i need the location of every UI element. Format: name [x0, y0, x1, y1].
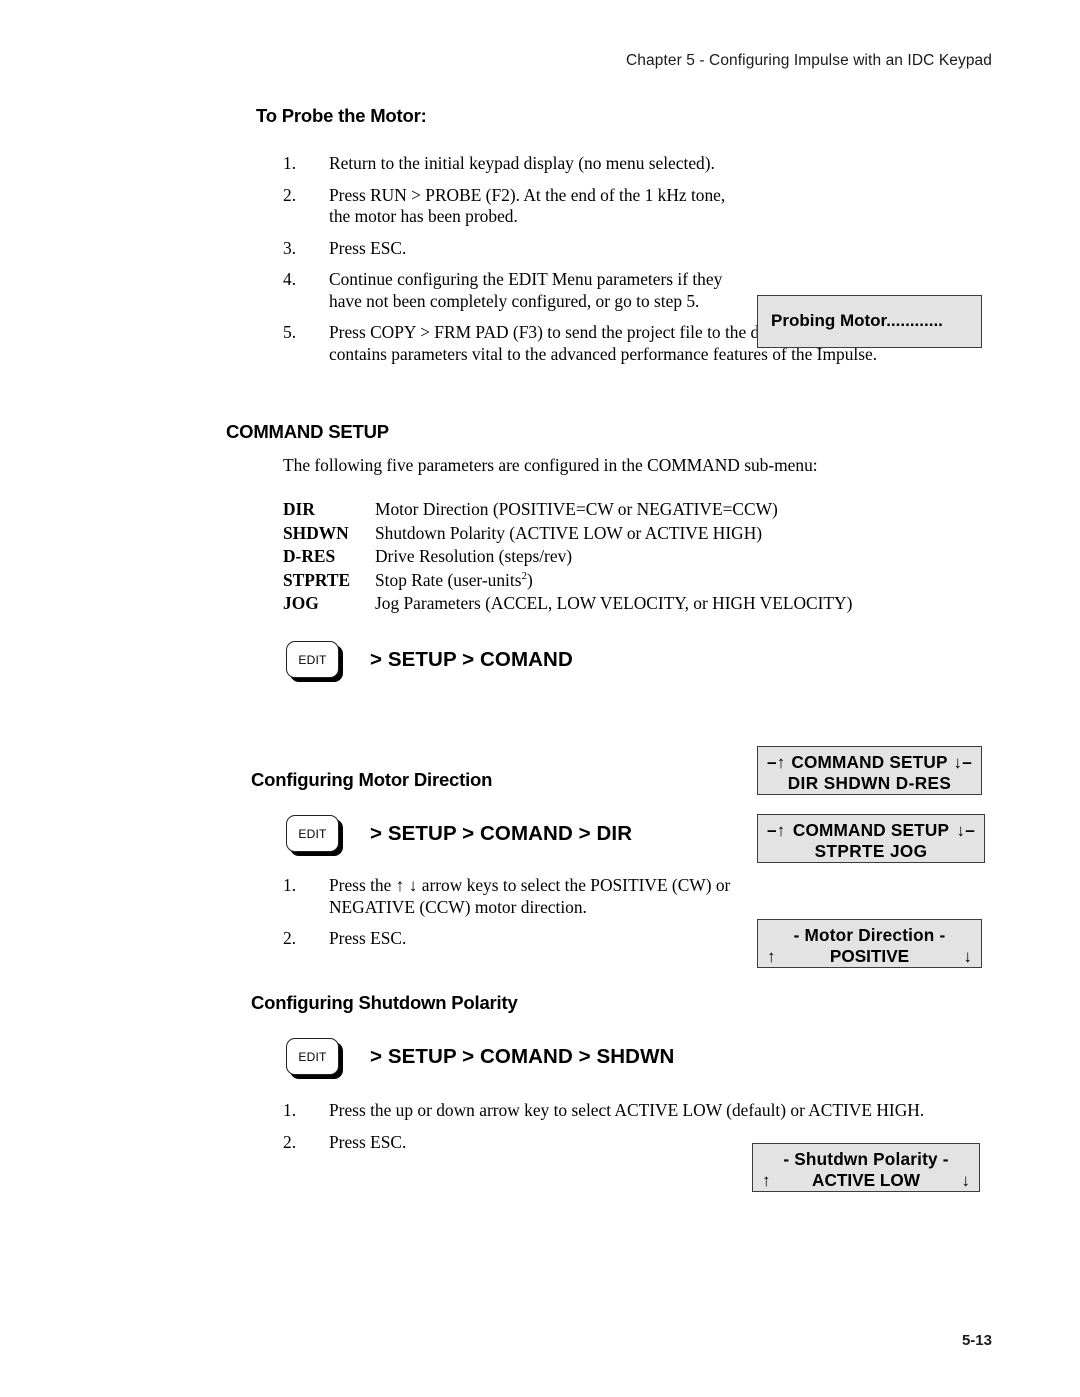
list-item: 2. Press ESC.: [283, 928, 903, 950]
heading-to-probe-the-motor: To Probe the Motor:: [256, 105, 427, 126]
up-arrow-icon: ↑: [776, 753, 786, 772]
table-row: JOG Jog Parameters (ACCEL, LOW VELOCITY,…: [283, 592, 852, 616]
lcd-display-command-setup-2: – ↑ COMMAND SETUP ↓ – STPRTE JOG: [757, 814, 985, 863]
heading-configuring-shutdown-polarity: Configuring Shutdown Polarity: [251, 992, 518, 1013]
menu-path-row-dir: EDIT > SETUP > COMAND > DIR: [286, 815, 632, 852]
document-page: Chapter 5 - Configuring Impulse with an …: [0, 0, 1080, 1397]
list-item: 3. Press ESC.: [283, 238, 983, 260]
step-number: 5.: [283, 322, 297, 342]
step-text: Press RUN > PROBE (F2). At the end of th…: [329, 184, 726, 227]
menu-path-shdwn: > SETUP > COMAND > SHDWN: [370, 1044, 675, 1068]
lcd-display-command-setup-1: – ↑ COMMAND SETUP ↓ – DIR SHDWN D-RES: [757, 746, 982, 795]
step-text: Press ESC.: [329, 928, 407, 948]
down-arrow-icon: ↓: [953, 753, 963, 772]
step-number: 1.: [283, 1100, 297, 1120]
step-text: Press ESC.: [329, 237, 407, 258]
param-name: D-RES: [283, 546, 336, 567]
running-header: Chapter 5 - Configuring Impulse with an …: [626, 52, 992, 69]
param-description-pre: Stop Rate (user-units: [375, 569, 522, 590]
edit-key-button[interactable]: EDIT: [286, 641, 339, 678]
list-item: 1. Press the ↑ ↓ arrow keys to select th…: [283, 875, 763, 918]
down-arrow-icon: ↓: [961, 1171, 971, 1190]
lcd-text: Probing Motor............: [771, 310, 943, 330]
lcd-left-dash: –: [767, 752, 777, 772]
menu-path-dir: > SETUP > COMAND > DIR: [370, 821, 633, 845]
step-number: 1.: [283, 153, 297, 173]
param-description: Shutdown Polarity (ACTIVE LOW or ACTIVE …: [375, 522, 763, 543]
step-text: Press the ↑ ↓ arrow keys to select the P…: [329, 875, 731, 917]
step-text: Continue configuring the EDIT Menu param…: [329, 269, 723, 311]
param-description: Stop Rate (user-units2): [375, 569, 852, 593]
step-number: 1.: [283, 875, 297, 895]
edit-key-label: EDIT: [298, 1049, 327, 1064]
heading-configuring-motor-direction: Configuring Motor Direction: [251, 769, 493, 790]
step-number: 3.: [283, 237, 297, 258]
param-name: STPRTE: [283, 569, 351, 590]
list-item: 1. Return to the initial keypad display …: [283, 153, 983, 175]
lcd-line-items: DIR SHDWN D-RES: [787, 773, 952, 793]
step-number: 2.: [283, 1131, 297, 1152]
step-number: 2.: [283, 184, 297, 205]
step-number: 2.: [283, 928, 297, 948]
edit-key-button[interactable]: EDIT: [286, 815, 339, 852]
menu-path-row-shdwn: EDIT > SETUP > COMAND > SHDWN: [286, 1038, 674, 1075]
edit-key-label: EDIT: [298, 826, 327, 841]
param-description: Drive Resolution (steps/rev): [375, 546, 573, 567]
lcd-title: COMMAND SETUP: [792, 820, 950, 840]
up-arrow-icon: ↑: [762, 1171, 771, 1190]
param-description: Motor Direction (POSITIVE=CW or NEGATIVE…: [375, 499, 778, 519]
lcd-right-dash: –: [962, 752, 972, 772]
step-text: Press the up or down arrow key to select…: [329, 1100, 925, 1120]
heading-command-setup: COMMAND SETUP: [226, 421, 389, 442]
lcd-line-items: STPRTE JOG: [814, 841, 928, 861]
motor-direction-steps-list: 1. Press the ↑ ↓ arrow keys to select th…: [283, 875, 903, 960]
param-name: DIR: [283, 499, 315, 519]
param-description: Jog Parameters (ACCEL, LOW VELOCITY, or …: [375, 593, 853, 614]
down-arrow-icon: ↓: [963, 947, 973, 966]
down-arrow-icon: ↓: [956, 821, 966, 840]
menu-path-row-command: EDIT > SETUP > COMAND: [286, 641, 573, 678]
edit-key-button[interactable]: EDIT: [286, 1038, 339, 1075]
lcd-line-title: – ↑ COMMAND SETUP ↓ –: [767, 752, 972, 773]
table-row: DIR Motor Direction (POSITIVE=CW or NEGA…: [283, 498, 852, 522]
step-text: Press ESC.: [329, 1131, 407, 1152]
menu-path-command: > SETUP > COMAND: [370, 647, 573, 671]
list-item: 2. Press ESC.: [283, 1132, 983, 1154]
lcd-right-dash: –: [965, 820, 975, 840]
command-setup-intro: The following five parameters are config…: [283, 455, 818, 475]
table-row: STPRTE Stop Rate (user-units2): [283, 569, 852, 593]
page-number: 5-13: [961, 1332, 992, 1349]
list-item: 4. Continue configuring the EDIT Menu pa…: [283, 269, 753, 312]
param-name: SHDWN: [283, 522, 349, 543]
lcd-title: COMMAND SETUP: [791, 752, 948, 772]
up-arrow-icon: ↑: [776, 821, 786, 840]
list-item: 2. Press RUN > PROBE (F2). At the end of…: [283, 185, 738, 228]
list-item: 1. Press the up or down arrow key to sel…: [283, 1100, 983, 1122]
lcd-display-probing-motor: Probing Motor............: [757, 295, 982, 348]
lcd-value: ACTIVE LOW: [812, 1170, 920, 1190]
shutdown-polarity-steps-list: 1. Press the up or down arrow key to sel…: [283, 1100, 983, 1163]
table-row: D-RES Drive Resolution (steps/rev): [283, 545, 852, 569]
param-description-post: ): [527, 569, 533, 590]
step-text: Return to the initial keypad display (no…: [329, 153, 715, 173]
step-number: 4.: [283, 269, 297, 289]
param-name: JOG: [283, 593, 319, 614]
edit-key-label: EDIT: [298, 652, 327, 667]
lcd-line-value: ↑ ACTIVE LOW ↓: [762, 1170, 970, 1191]
table-row: SHDWN Shutdown Polarity (ACTIVE LOW or A…: [283, 522, 852, 546]
lcd-left-dash: –: [767, 820, 777, 840]
lcd-line-title: – ↑ COMMAND SETUP ↓ –: [767, 820, 975, 841]
parameter-definition-table: DIR Motor Direction (POSITIVE=CW or NEGA…: [283, 498, 852, 616]
